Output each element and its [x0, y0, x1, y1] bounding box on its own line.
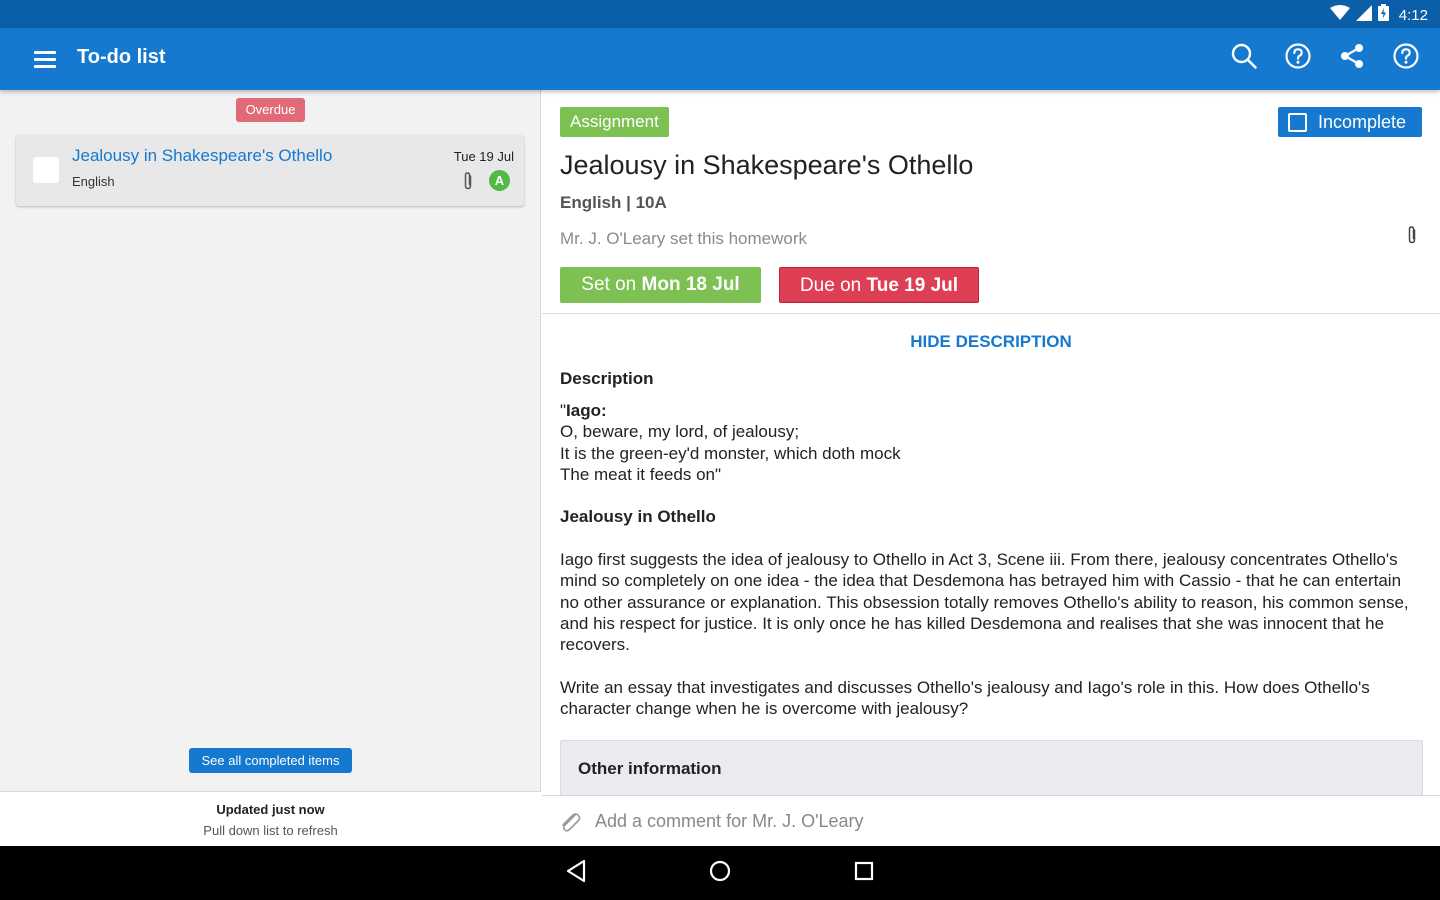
due-on-badge: Due on Tue 19 Jul	[779, 267, 979, 303]
help-icon	[1392, 42, 1420, 75]
navigation-bar	[0, 846, 1440, 900]
assignment-detail-pane: Assignment Incomplete Jealousy in Shakes…	[542, 90, 1440, 846]
help-icon	[1284, 42, 1312, 75]
battery-icon	[1377, 4, 1389, 26]
help-button-secondary[interactable]	[1390, 42, 1422, 74]
see-completed-button[interactable]: See all completed items	[189, 748, 352, 773]
assignment-title: Jealousy in Shakespeare's Othello	[560, 150, 974, 180]
share-icon	[1338, 42, 1366, 75]
recents-icon	[853, 860, 875, 887]
home-icon	[708, 859, 732, 888]
description-heading: Description	[560, 369, 654, 388]
app-bar: To-do list	[0, 28, 1440, 90]
search-button[interactable]	[1228, 42, 1260, 74]
other-information-label: Other information	[578, 759, 722, 778]
description-body: "Iago: O, beware, my lord, of jealousy; …	[560, 400, 1422, 719]
help-button[interactable]	[1282, 42, 1314, 74]
status-bar: 4:12	[0, 0, 1440, 28]
todo-checkbox[interactable]	[33, 157, 59, 183]
checkbox-icon	[1288, 112, 1307, 132]
search-icon	[1230, 42, 1258, 75]
hide-description-button[interactable]: HIDE DESCRIPTION	[542, 332, 1440, 352]
app-title: To-do list	[77, 46, 166, 68]
due-on-date: Tue 19 Jul	[866, 275, 959, 296]
status-icons: 4:12	[1329, 4, 1428, 26]
attach-file-icon[interactable]	[558, 809, 582, 840]
status-time: 4:12	[1398, 6, 1428, 24]
todo-item-date: Tue 19 Jul	[453, 149, 514, 164]
menu-button[interactable]	[32, 47, 58, 71]
todo-list-pane: Overdue Jealousy in Shakespeare's Othell…	[0, 90, 541, 846]
divider	[542, 313, 1440, 314]
todo-list-item[interactable]: Jealousy in Shakespeare's Othello Englis…	[16, 135, 524, 206]
comment-bar	[542, 795, 1440, 846]
attachment-icon[interactable]	[1406, 225, 1418, 250]
subject-class: English | 10A	[560, 193, 667, 212]
quote-line: It is the green-ey'd monster, which doth…	[560, 443, 901, 463]
quote-line: O, beware, my lord, of jealousy;	[560, 422, 800, 442]
set-on-badge: Set on Mon 18 Jul	[560, 267, 761, 303]
set-on-date: Mon 18 Jul	[641, 274, 740, 295]
quote-line: The meat it feeds on"	[560, 464, 722, 484]
share-button[interactable]	[1336, 42, 1368, 74]
quote-speaker: Iago:	[566, 401, 607, 420]
description-paragraph: Write an essay that investigates and dis…	[560, 677, 1370, 719]
back-icon	[565, 859, 587, 888]
attachment-icon	[462, 171, 474, 196]
quote-speaker-line: "Iago:	[560, 401, 607, 420]
signal-icon	[1355, 4, 1372, 26]
home-button[interactable]	[707, 860, 733, 886]
overdue-group-label: Overdue	[236, 98, 305, 122]
recents-button[interactable]	[851, 860, 877, 886]
due-on-prefix: Due on	[799, 275, 862, 296]
description-paragraph: Iago first suggests the idea of jealousy…	[560, 550, 1409, 655]
todo-item-subject: English	[72, 174, 115, 189]
section-heading: Jealousy in Othello	[560, 507, 716, 527]
set-on-prefix: Set on	[581, 274, 637, 295]
refresh-status: Updated just now Pull down list to refre…	[0, 791, 541, 846]
set-by-text: Mr. J. O'Leary set this homework	[560, 229, 807, 248]
back-button[interactable]	[563, 859, 589, 888]
comment-input[interactable]	[595, 806, 1415, 836]
todo-item-title: Jealousy in Shakespeare's Othello	[72, 146, 333, 165]
incomplete-toggle-button[interactable]: Incomplete	[1278, 107, 1422, 137]
assignment-type-badge: Assignment	[560, 107, 669, 137]
grade-badge: A	[489, 170, 510, 191]
wifi-icon	[1329, 4, 1350, 26]
app-bar-actions	[1228, 42, 1422, 74]
refresh-hint: Pull down list to refresh	[203, 823, 338, 838]
status-toggle-label: Incomplete	[1318, 111, 1407, 132]
updated-text: Updated just now	[216, 802, 325, 817]
